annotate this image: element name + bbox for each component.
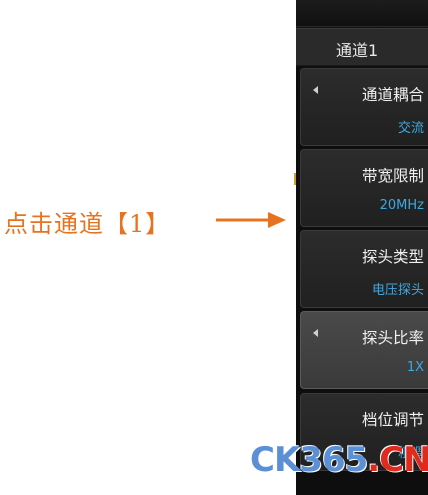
arrow-right-icon [216,212,286,228]
watermark-logo: CK365.CN [250,440,428,480]
menu-item-value: 20MHz [379,198,424,213]
screen-edge [286,0,296,495]
panel-top-bar [296,0,428,27]
menu-item-label: 带宽限制 [361,167,424,185]
channel-1-header[interactable]: 通道1 [296,28,428,66]
menu-item-label: 探头比率 [361,329,424,347]
channel-menu-panel: 通道1 通道耦合 交流 带宽限制 20MHz 探头类型 电压探头 探头比率 1X… [296,0,428,495]
menu-item-value: 交流 [397,121,424,136]
triangle-left-icon [313,329,318,337]
menu-item-value: 1X [406,360,424,375]
watermark-part2: CN [379,440,428,480]
menu-item-label: 探头类型 [361,248,424,266]
triangle-left-icon [313,86,318,94]
menu-item-value: 电压探头 [371,283,424,298]
menu-item-probe-ratio[interactable]: 探头比率 1X [300,311,428,389]
panel-header-title: 通道1 [336,41,379,60]
menu-item-bandwidth[interactable]: 带宽限制 20MHz [300,149,428,227]
callout-label: 点击通道【1】 [4,210,171,238]
menu-item-coupling[interactable]: 通道耦合 交流 [300,68,428,146]
menu-item-label: 档位调节 [361,411,424,429]
watermark-dot: . [367,440,380,480]
menu-item-probe-type[interactable]: 探头类型 电压探头 [300,230,428,308]
watermark-part1: CK365 [250,440,368,480]
menu-item-label: 通道耦合 [361,86,424,104]
